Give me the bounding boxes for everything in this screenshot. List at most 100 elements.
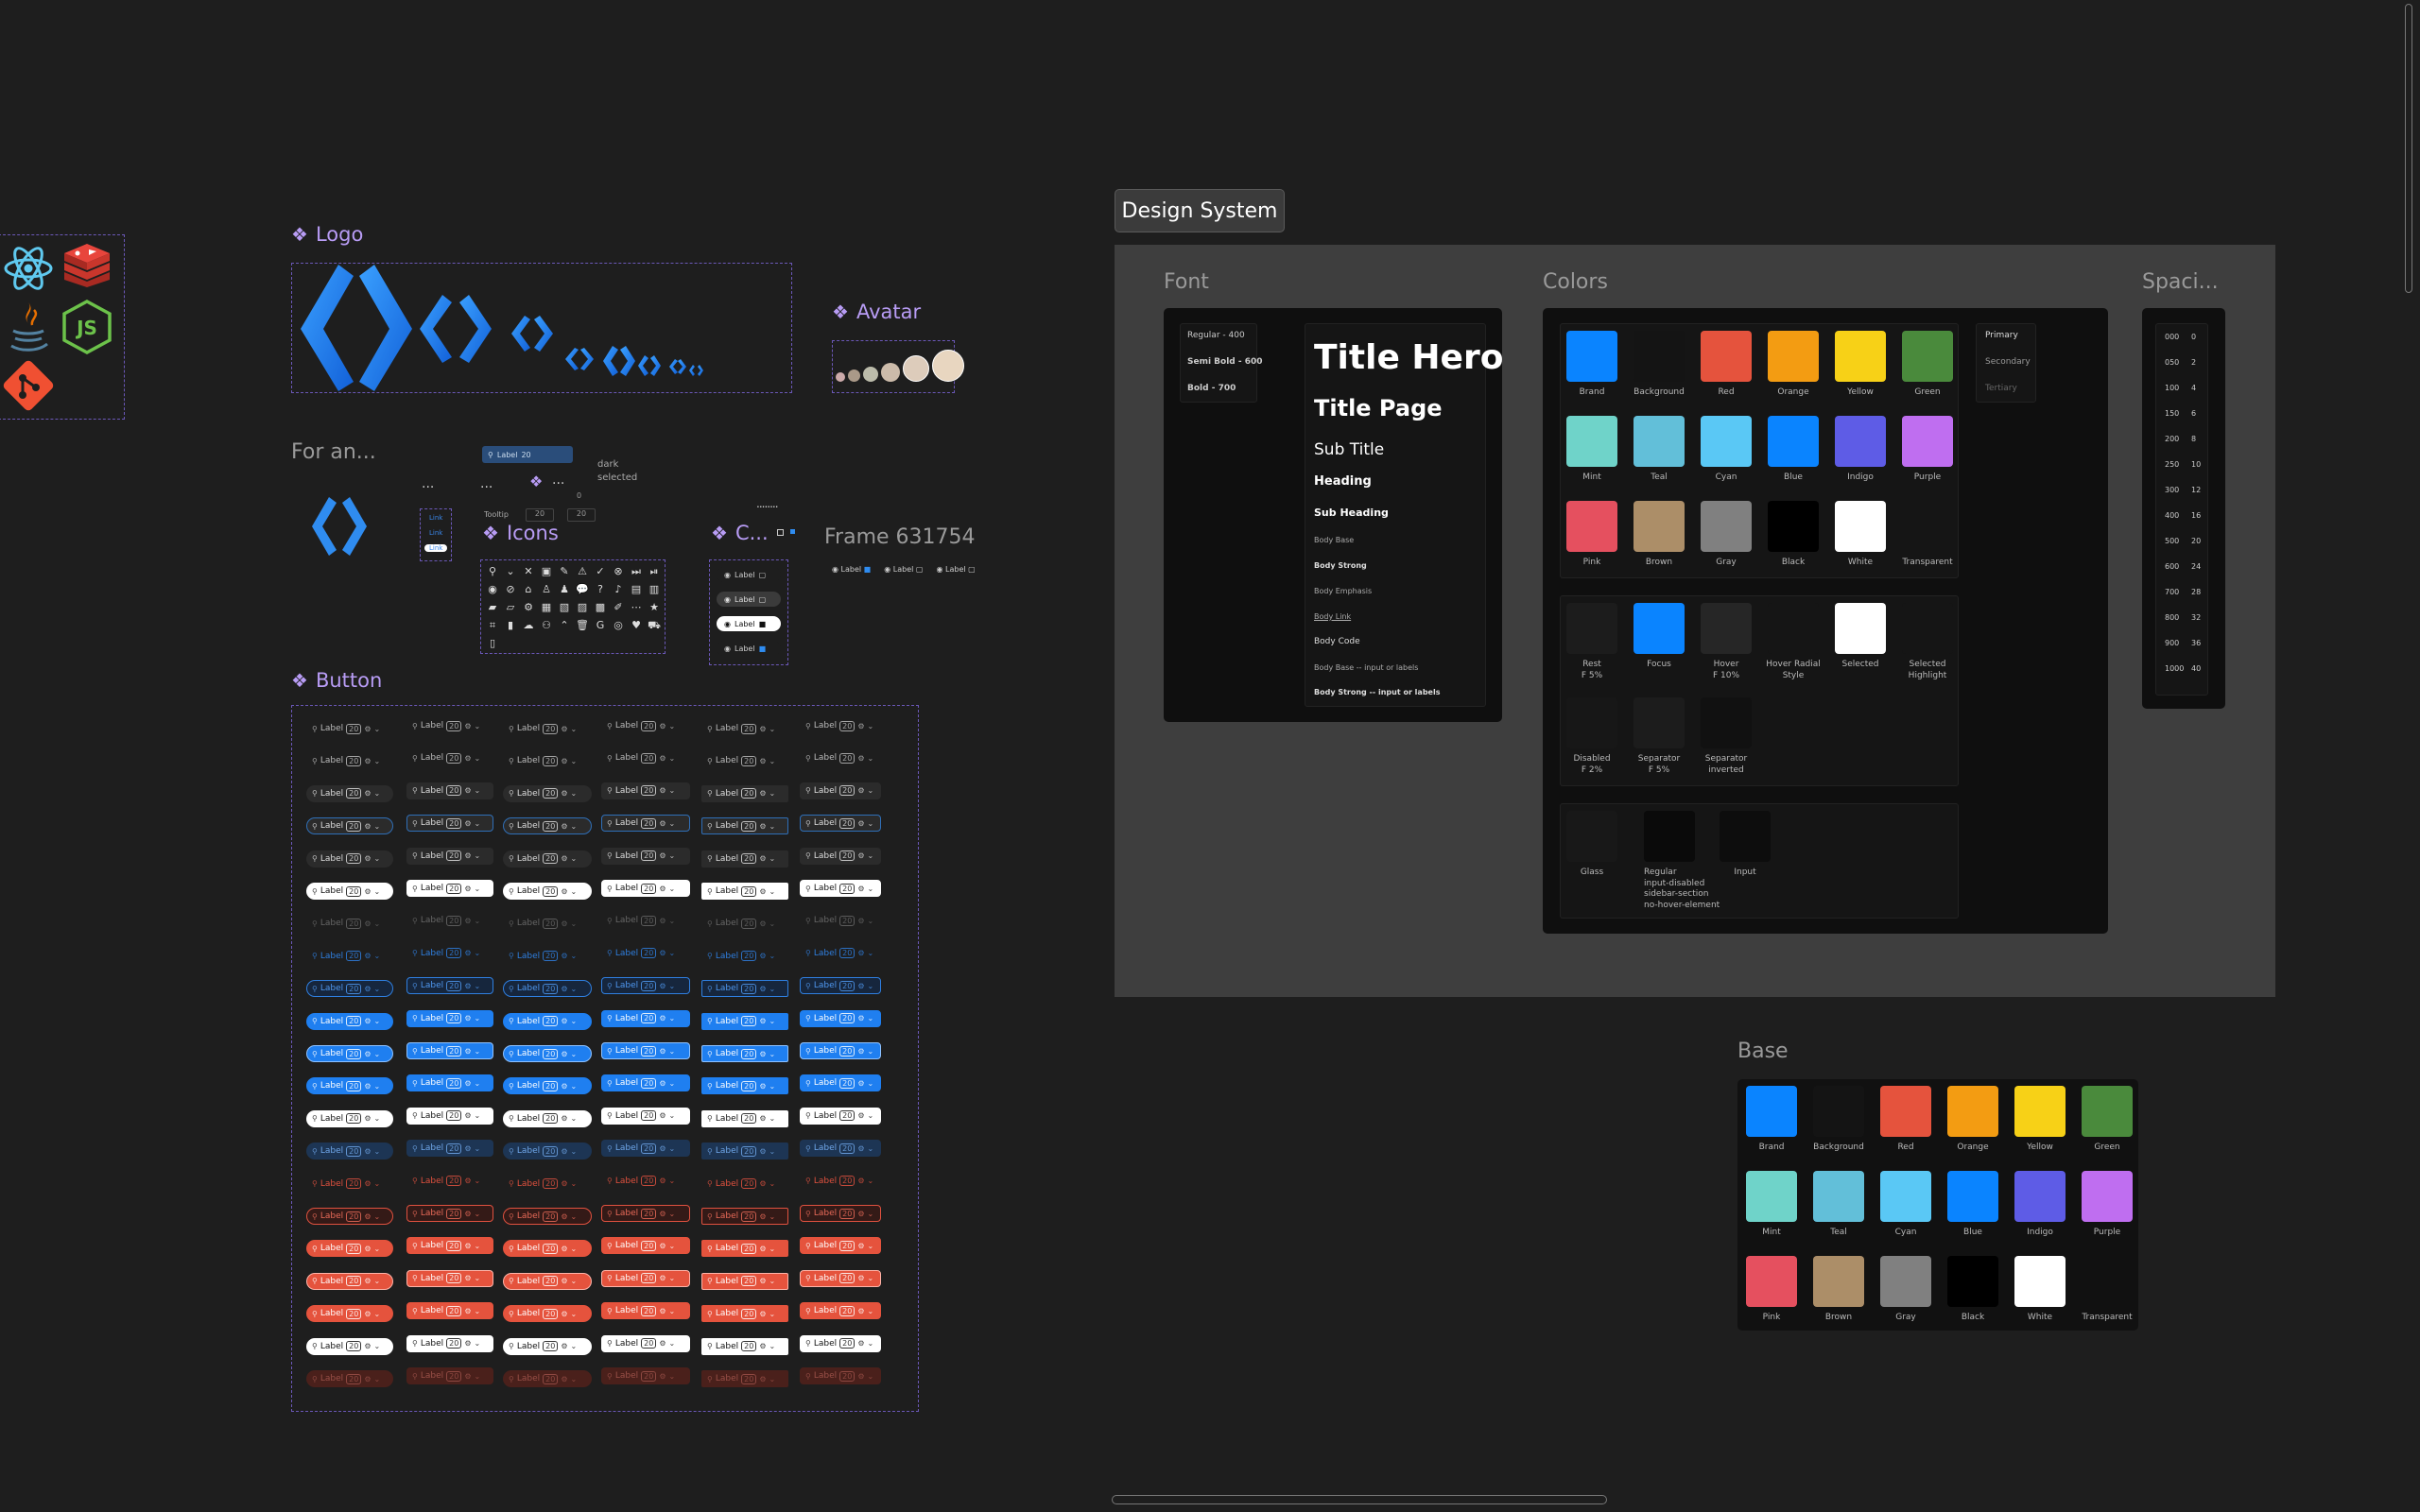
color-swatch-gray[interactable] [1880,1256,1931,1307]
button-red-text[interactable]: ⚲ Label 20 ⚙ ⌄ [503,1176,592,1193]
button-blue[interactable]: ⚲ Label 20 ⚙ ⌄ [800,1009,881,1027]
button-blue-dark[interactable]: ⚲ Label 20 ⚙ ⌄ [306,1143,393,1160]
color-swatch-green[interactable] [2082,1086,2133,1137]
button-red-selected[interactable]: ⚲ Label 20 ⚙ ⌄ [306,1272,393,1290]
color-swatch-purple[interactable] [2082,1171,2133,1222]
color-swatch-rest[interactable] [1566,603,1617,654]
button-white[interactable]: ⚲ Label 20 ⚙ ⌄ [503,1109,592,1127]
color-swatch-red[interactable] [1701,331,1752,382]
button-white[interactable]: ⚲ Label 20 ⚙ ⌄ [406,880,493,897]
button-blue[interactable]: ⚲ Label 20 ⚙ ⌄ [701,1077,788,1095]
button-white[interactable]: ⚲ Label 20 ⚙ ⌄ [800,880,881,897]
button-blue-selected[interactable]: ⚲ Label 20 ⚙ ⌄ [800,1042,881,1059]
button-ghost-gray[interactable]: ⚲ Label 20 ⚙ ⌄ [306,720,393,737]
button-white[interactable]: ⚲ Label 20 ⚙ ⌄ [306,883,393,900]
logo-frame-title[interactable]: ❖ Logo [291,223,363,246]
button-blue-text[interactable]: ⚲ Label 20 ⚙ ⌄ [800,945,881,962]
button-red[interactable]: ⚲ Label 20 ⚙ ⌄ [406,1237,493,1255]
button-white[interactable]: ⚲ Label 20 ⚙ ⌄ [306,1337,393,1355]
button-blue[interactable]: ⚲ Label 20 ⚙ ⌄ [701,1012,788,1030]
icons-frame-title[interactable]: ❖ Icons [482,522,559,544]
button-dark[interactable]: ⚲ Label 20 ⚙ ⌄ [800,782,881,799]
button-blue-dark[interactable]: ⚲ Label 20 ⚙ ⌄ [601,1140,690,1158]
button-blue[interactable]: ⚲ Label 20 ⚙ ⌄ [800,1074,881,1092]
chip[interactable]: ◉ Label ▢ [936,565,975,574]
button-dark[interactable]: ⚲ Label 20 ⚙ ⌄ [701,850,788,868]
button-ghost-gray[interactable]: ⚲ Label 20 ⚙ ⌄ [701,752,788,769]
chip[interactable]: ◉ Label ▢ [884,565,923,574]
button-white[interactable]: ⚲ Label 20 ⚙ ⌄ [406,1107,493,1125]
dots-menu[interactable]: ........ [756,497,778,510]
search-pill[interactable]: ⚲ Label 20 [482,446,573,463]
button-blue-text[interactable]: ⚲ Label 20 ⚙ ⌄ [701,948,788,965]
link-sample[interactable]: Link [424,544,448,552]
horizontal-scrollbar[interactable] [1112,1495,1607,1504]
button-red-selected[interactable]: ⚲ Label 20 ⚙ ⌄ [601,1269,690,1287]
button-blue-outline[interactable]: ⚲ Label 20 ⚙ ⌄ [503,980,592,998]
color-swatch-gray[interactable] [1701,501,1752,552]
button-dark[interactable]: ⚲ Label 20 ⚙ ⌄ [800,847,881,865]
button-ghost-gray[interactable]: ⚲ Label 20 ⚙ ⌄ [406,717,493,734]
button-dark-outline-blue[interactable]: ⚲ Label 20 ⚙ ⌄ [701,817,788,835]
color-swatch-yellow[interactable] [2014,1086,2066,1137]
color-swatch-teal[interactable] [1634,416,1685,467]
button-white[interactable]: ⚲ Label 20 ⚙ ⌄ [701,1337,788,1355]
link-sample[interactable]: Link [429,529,442,537]
button-blue-dark[interactable]: ⚲ Label 20 ⚙ ⌄ [406,1140,493,1158]
button-red[interactable]: ⚲ Label 20 ⚙ ⌄ [601,1237,690,1255]
button-red[interactable]: ⚲ Label 20 ⚙ ⌄ [601,1302,690,1320]
color-swatch-red[interactable] [1880,1086,1931,1137]
dots-menu[interactable]: ... [552,472,564,488]
button-blue-outline[interactable]: ⚲ Label 20 ⚙ ⌄ [306,980,393,998]
button-red[interactable]: ⚲ Label 20 ⚙ ⌄ [800,1237,881,1255]
button-faded[interactable]: ⚲ Label 20 ⚙ ⌄ [701,915,788,932]
button-red[interactable]: ⚲ Label 20 ⚙ ⌄ [406,1302,493,1320]
button-red-dark[interactable]: ⚲ Label 20 ⚙ ⌄ [503,1370,592,1387]
button-blue-text[interactable]: ⚲ Label 20 ⚙ ⌄ [306,948,393,965]
button-faded[interactable]: ⚲ Label 20 ⚙ ⌄ [406,912,493,929]
button-blue-selected[interactable]: ⚲ Label 20 ⚙ ⌄ [503,1045,592,1062]
color-swatch-indigo[interactable] [1835,416,1886,467]
chip[interactable]: ◉ Label ▢ [717,567,781,582]
color-swatch-pink[interactable] [1746,1256,1797,1307]
button-red-text[interactable]: ⚲ Label 20 ⚙ ⌄ [601,1173,690,1190]
button-blue-outline[interactable]: ⚲ Label 20 ⚙ ⌄ [406,977,493,995]
button-red-dark[interactable]: ⚲ Label 20 ⚙ ⌄ [601,1367,690,1384]
button-blue[interactable]: ⚲ Label 20 ⚙ ⌄ [306,1012,393,1030]
button-red-outline[interactable]: ⚲ Label 20 ⚙ ⌄ [601,1205,690,1222]
color-swatch-brand[interactable] [1566,331,1617,382]
button-blue-selected[interactable]: ⚲ Label 20 ⚙ ⌄ [406,1042,493,1059]
button-dark-outline-blue[interactable]: ⚲ Label 20 ⚙ ⌄ [306,817,393,835]
button-red-selected[interactable]: ⚲ Label 20 ⚙ ⌄ [406,1269,493,1287]
button-ghost-gray[interactable]: ⚲ Label 20 ⚙ ⌄ [601,749,690,766]
tooltip-chip[interactable]: 20 [567,508,596,522]
button-ghost-gray[interactable]: ⚲ Label 20 ⚙ ⌄ [800,749,881,766]
button-blue-selected[interactable]: ⚲ Label 20 ⚙ ⌄ [701,1045,788,1062]
button-white[interactable]: ⚲ Label 20 ⚙ ⌄ [503,1337,592,1355]
button-red[interactable]: ⚲ Label 20 ⚙ ⌄ [701,1240,788,1258]
button-red-outline[interactable]: ⚲ Label 20 ⚙ ⌄ [701,1208,788,1225]
button-dark[interactable]: ⚲ Label 20 ⚙ ⌄ [601,782,690,799]
button-dark[interactable]: ⚲ Label 20 ⚙ ⌄ [503,784,592,802]
button-frame-title[interactable]: ❖ Button [291,669,382,692]
vertical-scrollbar[interactable] [2405,4,2412,293]
button-red[interactable]: ⚲ Label 20 ⚙ ⌄ [503,1240,592,1258]
button-red[interactable]: ⚲ Label 20 ⚙ ⌄ [306,1240,393,1258]
color-swatch-orange[interactable] [1768,331,1819,382]
button-ghost-gray[interactable]: ⚲ Label 20 ⚙ ⌄ [406,749,493,766]
button-red[interactable]: ⚲ Label 20 ⚙ ⌄ [306,1305,393,1323]
button-red-selected[interactable]: ⚲ Label 20 ⚙ ⌄ [800,1269,881,1287]
button-faded[interactable]: ⚲ Label 20 ⚙ ⌄ [800,912,881,929]
button-white[interactable]: ⚲ Label 20 ⚙ ⌄ [701,883,788,900]
frame-631754-title[interactable]: Frame 631754 [824,525,976,549]
button-dark[interactable]: ⚲ Label 20 ⚙ ⌄ [306,784,393,802]
color-swatch-indigo[interactable] [2014,1171,2066,1222]
button-blue-text[interactable]: ⚲ Label 20 ⚙ ⌄ [503,948,592,965]
button-dark[interactable]: ⚲ Label 20 ⚙ ⌄ [306,850,393,868]
button-blue[interactable]: ⚲ Label 20 ⚙ ⌄ [406,1074,493,1092]
button-white[interactable]: ⚲ Label 20 ⚙ ⌄ [406,1334,493,1352]
color-swatch-hover[interactable] [1701,603,1752,654]
button-blue-text[interactable]: ⚲ Label 20 ⚙ ⌄ [406,945,493,962]
button-red-dark[interactable]: ⚲ Label 20 ⚙ ⌄ [306,1370,393,1387]
color-swatch-input[interactable] [1720,811,1771,862]
